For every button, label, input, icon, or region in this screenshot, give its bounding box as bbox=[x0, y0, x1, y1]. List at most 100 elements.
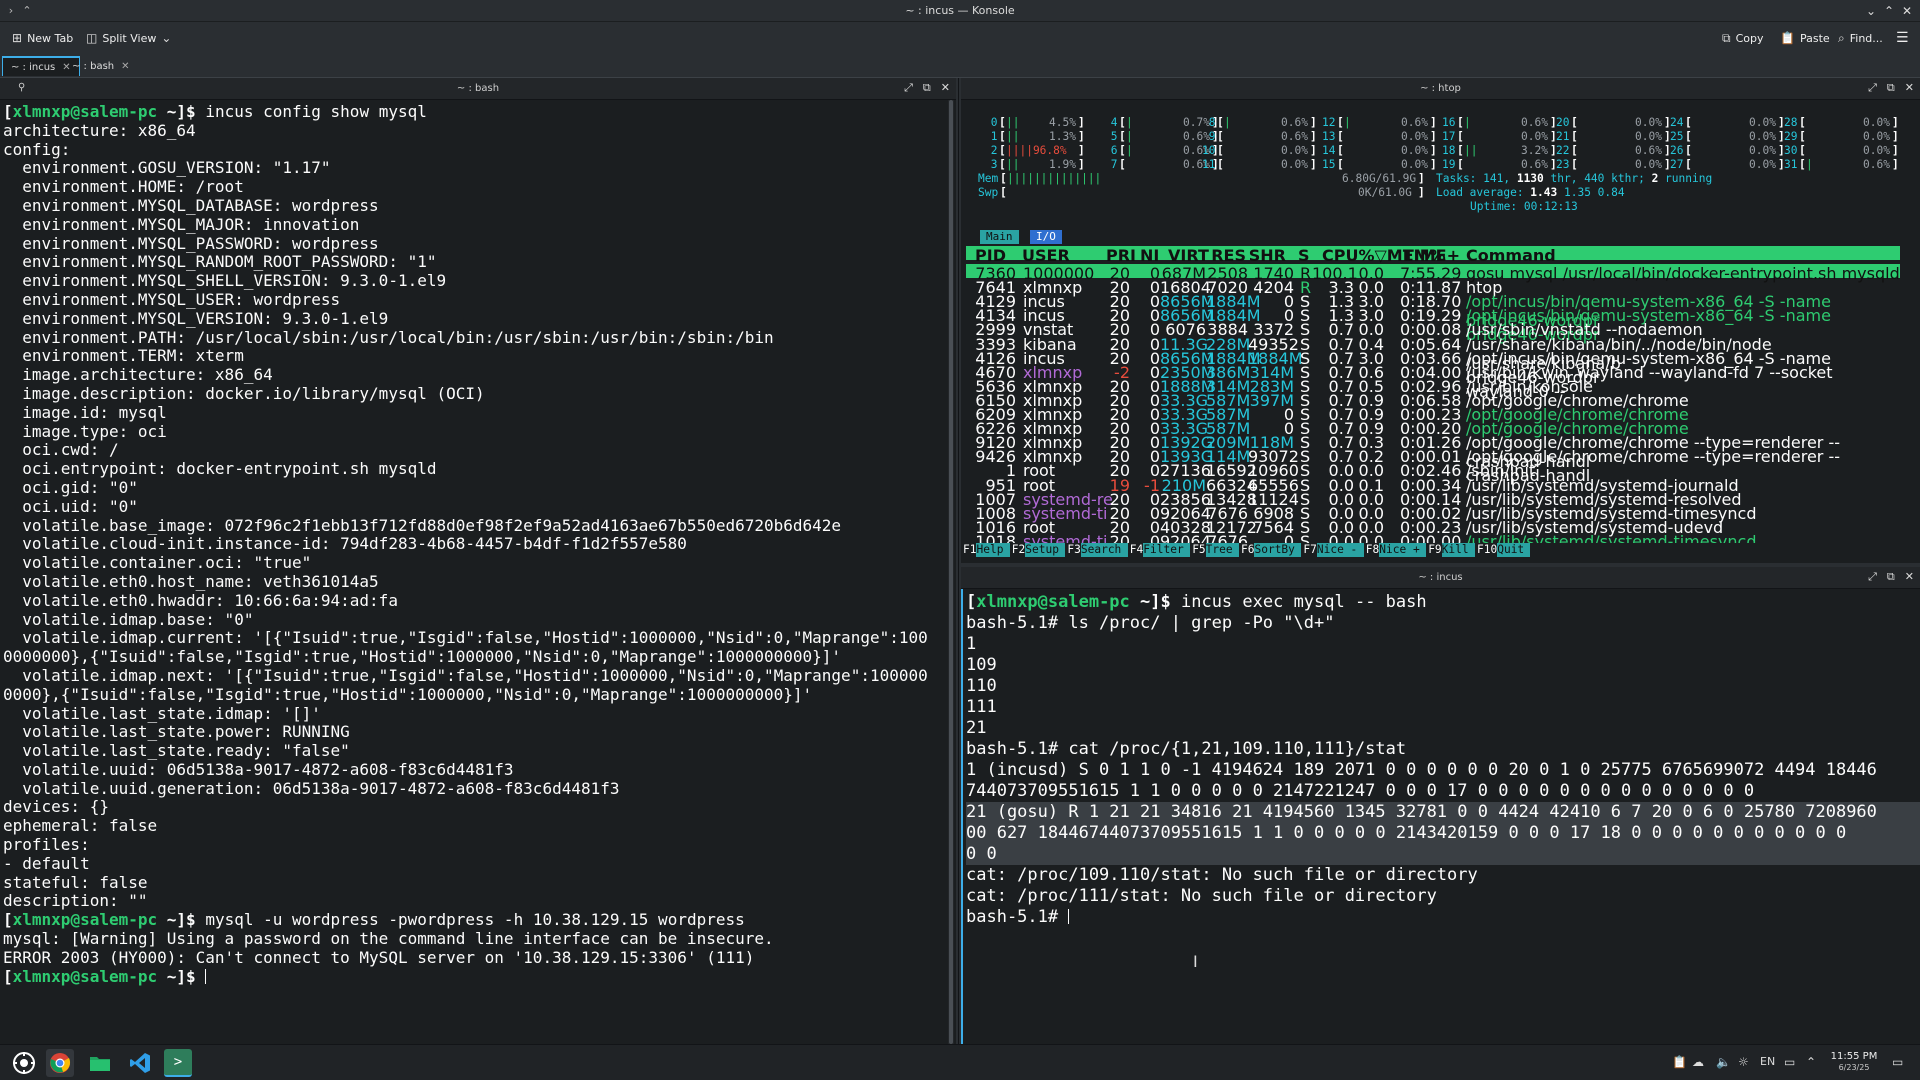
scrollbar-thumb[interactable] bbox=[949, 100, 953, 1044]
output-text: bash-5.1# ls /proc/ | grep -Po "\d+" bbox=[966, 613, 1335, 633]
tray-expand-icon[interactable]: ⌃ bbox=[1806, 1055, 1816, 1069]
copy-button[interactable]: ⧉ Copy bbox=[1718, 27, 1767, 49]
display-icon[interactable]: ▭ bbox=[1784, 1055, 1795, 1069]
mem-bracket: [ bbox=[1000, 172, 1007, 185]
show-desktop-icon[interactable]: ▭ bbox=[1892, 1055, 1903, 1069]
output-text: environment.PATH: /usr/local/sbin:/usr/l… bbox=[3, 327, 774, 347]
close-pane-icon[interactable]: ✕ bbox=[941, 81, 950, 95]
htop-fkey[interactable]: F3Search bbox=[1067, 543, 1128, 558]
terminal-line: 21 bbox=[966, 718, 1920, 739]
new-tab-icon: ⊞ bbox=[12, 31, 23, 45]
htop-fkey[interactable]: F4Filter bbox=[1130, 543, 1191, 558]
close-button[interactable]: ✕ bbox=[1898, 2, 1916, 20]
htop-fkey[interactable]: F10Quit bbox=[1477, 543, 1531, 558]
close-pane-icon[interactable]: ✕ bbox=[1905, 570, 1914, 584]
process-row[interactable]: 6209 xlmnxp 20 0 33.3G 587M 0 S 0.7 0.9 0:00.23/op… bbox=[966, 405, 1900, 424]
network-icon[interactable]: ☁ bbox=[1692, 1055, 1704, 1069]
tab-bash[interactable]: ~ : bash ✕ bbox=[64, 56, 138, 76]
app-launcher-icon[interactable] bbox=[10, 1049, 38, 1077]
process-row[interactable]: 4126 incus 20 0 8656M 1884M 1884M S 0.7 3.0 0:03.6… bbox=[966, 349, 1900, 387]
cpu-bar: | bbox=[1126, 116, 1133, 129]
process-row[interactable]: 1016 root 20 0 40328 12172 7564 S 0.0 0.0 0:00.23/… bbox=[966, 518, 1900, 537]
cpu-id: 5 bbox=[1104, 130, 1118, 144]
process-row[interactable]: 2999 vnstat 20 0 6076 3884 3372 S 0.7 0.0 0:00.08/… bbox=[966, 320, 1900, 339]
expand-pane-icon[interactable]: ⤢ bbox=[1868, 570, 1877, 584]
output-text: volatile.idmap.current: '[{"Isuid":true,… bbox=[3, 628, 928, 648]
left-scrollbar[interactable] bbox=[948, 100, 954, 1044]
maximize-button[interactable]: ⌃ bbox=[1880, 2, 1898, 20]
bottom-terminal[interactable]: [xlmnxp@salem-pc ~]$ incus exec mysql --… bbox=[961, 589, 1920, 1044]
process-row[interactable]: 9120 xlmnxp 20 0 1392G 209M 118M S 0.7 0.3 0:01.26… bbox=[966, 433, 1900, 471]
cpu-percent: 0.0% bbox=[1281, 144, 1308, 158]
fkey-key: F6 bbox=[1241, 543, 1255, 556]
process-row[interactable]: 1007 systemd-re 20 0 23856 13428 11124 S 0.0 0.0 0… bbox=[966, 490, 1900, 509]
htop-fkey[interactable]: F2Setup bbox=[1012, 543, 1066, 558]
detach-pane-icon[interactable]: ⧉ bbox=[1887, 81, 1895, 95]
brightness-icon[interactable]: ☼ bbox=[1738, 1055, 1749, 1069]
process-row[interactable]: 5636 xlmnxp 20 0 1888M 314M 283M S 0.7 0.5 0:02.96… bbox=[966, 377, 1900, 396]
cpu-bar-bracket: [ bbox=[1571, 158, 1578, 172]
minimize-button[interactable]: ⌄ bbox=[1862, 2, 1880, 20]
file-manager-icon[interactable] bbox=[86, 1049, 114, 1077]
process-row[interactable]: 7641 xlmnxp 20 0 16804 7020 4204 R 3.3 0.0 0:11.87… bbox=[966, 278, 1900, 297]
htop-fkey[interactable]: F5Tree bbox=[1192, 543, 1239, 558]
htop-fkey[interactable]: F8Nice + bbox=[1366, 543, 1427, 558]
cpu-id: 6 bbox=[1104, 144, 1118, 158]
new-tab-button[interactable]: ⊞ New Tab bbox=[8, 27, 77, 49]
find-button[interactable]: ⌕ Find... bbox=[1834, 27, 1887, 49]
cpu-bar-bracket: [ bbox=[1571, 130, 1578, 144]
keyboard-layout[interactable]: EN bbox=[1760, 1055, 1775, 1068]
close-tab-icon[interactable]: ✕ bbox=[121, 61, 129, 72]
process-row[interactable]: 951 root 19 -1 210M 66324 65556 S 0.0 0.1 0:00.34/… bbox=[966, 476, 1900, 495]
htop-fkey[interactable]: F9Kill bbox=[1428, 543, 1475, 558]
process-row[interactable]: 1 root 20 0 27136 16592 10960 S 0.0 0.0 0:02.46/sb… bbox=[966, 461, 1900, 480]
process-row[interactable]: 6226 xlmnxp 20 0 33.3G 587M 0 S 0.7 0.9 0:00.20/op… bbox=[966, 419, 1900, 438]
detach-pane-icon[interactable]: ⧉ bbox=[923, 81, 931, 95]
terminal-line: environment.MYSQL_VERSION: 9.3.0-1.el9 bbox=[3, 309, 948, 329]
terminal-line: 744073709551615 1 1 0 0 0 0 0 2147221247… bbox=[966, 781, 1920, 802]
paste-button[interactable]: 📋 Paste bbox=[1776, 27, 1834, 49]
volume-icon[interactable]: 🔈 bbox=[1716, 1055, 1731, 1069]
process-row[interactable]: 4129 incus 20 0 8656M 1884M 0 S 1.3 3.0 0:18.70/op… bbox=[966, 292, 1900, 330]
swp-label: Swp bbox=[978, 186, 999, 199]
cpu-bar-bracket: [ bbox=[999, 116, 1006, 129]
clock[interactable]: 11:55 PM 6/23/25 bbox=[1826, 1051, 1882, 1073]
cpu-bar-bracket: [ bbox=[1457, 130, 1464, 144]
expand-pane-icon[interactable]: ⤢ bbox=[1868, 81, 1877, 95]
process-row[interactable]: 3393 kibana 20 0 11.3G 228M 49352 S 0.7 0.4 0:05.6… bbox=[966, 335, 1900, 373]
htop-tab-io: I/O bbox=[1030, 230, 1062, 244]
process-row[interactable]: 7360 1000000 20 0 687M 2508 1740 R 100.1 0.0 7:55.… bbox=[966, 264, 1900, 283]
close-pane-icon[interactable]: ✕ bbox=[1905, 81, 1914, 95]
process-row[interactable]: 6150 xlmnxp 20 0 33.3G 587M 397M S 0.7 0.9 0:06.58… bbox=[966, 391, 1900, 410]
cpu-bar-bracket: [ bbox=[1571, 144, 1578, 158]
cpu-percent: 0.6% bbox=[1635, 144, 1662, 158]
process-row[interactable]: 4134 incus 20 0 8656M 1884M 0 S 1.3 3.0 0:19.29/op… bbox=[966, 306, 1900, 344]
chrome-icon[interactable] bbox=[46, 1049, 74, 1077]
vscode-icon[interactable] bbox=[126, 1049, 154, 1077]
split-view-button[interactable]: ◫ Split View ⌄ bbox=[82, 27, 175, 49]
htop-fkey[interactable]: F1Help bbox=[963, 543, 1010, 558]
process-row[interactable]: 4670 xlmnxp -2 0 2350M 386M 314M S 0.7 0.6 0:04.00… bbox=[966, 363, 1900, 401]
htop-fkey[interactable]: F6SortBy bbox=[1241, 543, 1302, 558]
fkey-label: Kill bbox=[1441, 543, 1475, 558]
left-terminal[interactable]: [xlmnxp@salem-pc ~]$ incus config show m… bbox=[0, 100, 948, 1044]
process-row[interactable]: 1008 systemd-ti 20 0 92064 7676 6908 S 0.0 0.0 0:0… bbox=[966, 504, 1900, 523]
terminal-line: volatile.eth0.hwaddr: 10:66:6a:94:ad:fa bbox=[3, 591, 948, 611]
process-row[interactable]: 9426 xlmnxp 20 0 1393G 114M 93072 S 0.7 0.2 0:00.0… bbox=[966, 447, 1900, 485]
konsole-icon[interactable]: > bbox=[164, 1049, 192, 1077]
detach-pane-icon[interactable]: ⧉ bbox=[1887, 570, 1895, 584]
hamburger-menu-button[interactable]: ☰ bbox=[1892, 27, 1913, 49]
output-text: 111 bbox=[966, 697, 997, 717]
htop-fkey[interactable]: F7Nice - bbox=[1303, 543, 1364, 558]
output-text: volatile.base_image: 072f96c2f1ebb13f712… bbox=[3, 515, 842, 535]
cpu-bar: | bbox=[1224, 116, 1231, 129]
prompt-path: ~ bbox=[157, 102, 177, 121]
expand-pane-icon[interactable]: ⤢ bbox=[904, 81, 913, 95]
terminal-line: volatile.idmap.next: '[{"Isuid":true,"Is… bbox=[3, 666, 948, 686]
clipboard-icon[interactable]: 📋 bbox=[1672, 1055, 1687, 1069]
taskbar: > 📋 ☁ 🔈 ☼ EN ▭ ⌃ 11:55 PM 6/23/25 ▭ bbox=[0, 1044, 1920, 1080]
hamburger-menu-icon: ☰ bbox=[1896, 30, 1909, 46]
terminal-line: bash-5.1# cat /proc/{1,21,109.110,111}/s… bbox=[966, 739, 1920, 760]
process-column-header: USER bbox=[1022, 246, 1070, 265]
output-text: volatile.eth0.host_name: veth361014a5 bbox=[3, 571, 379, 591]
